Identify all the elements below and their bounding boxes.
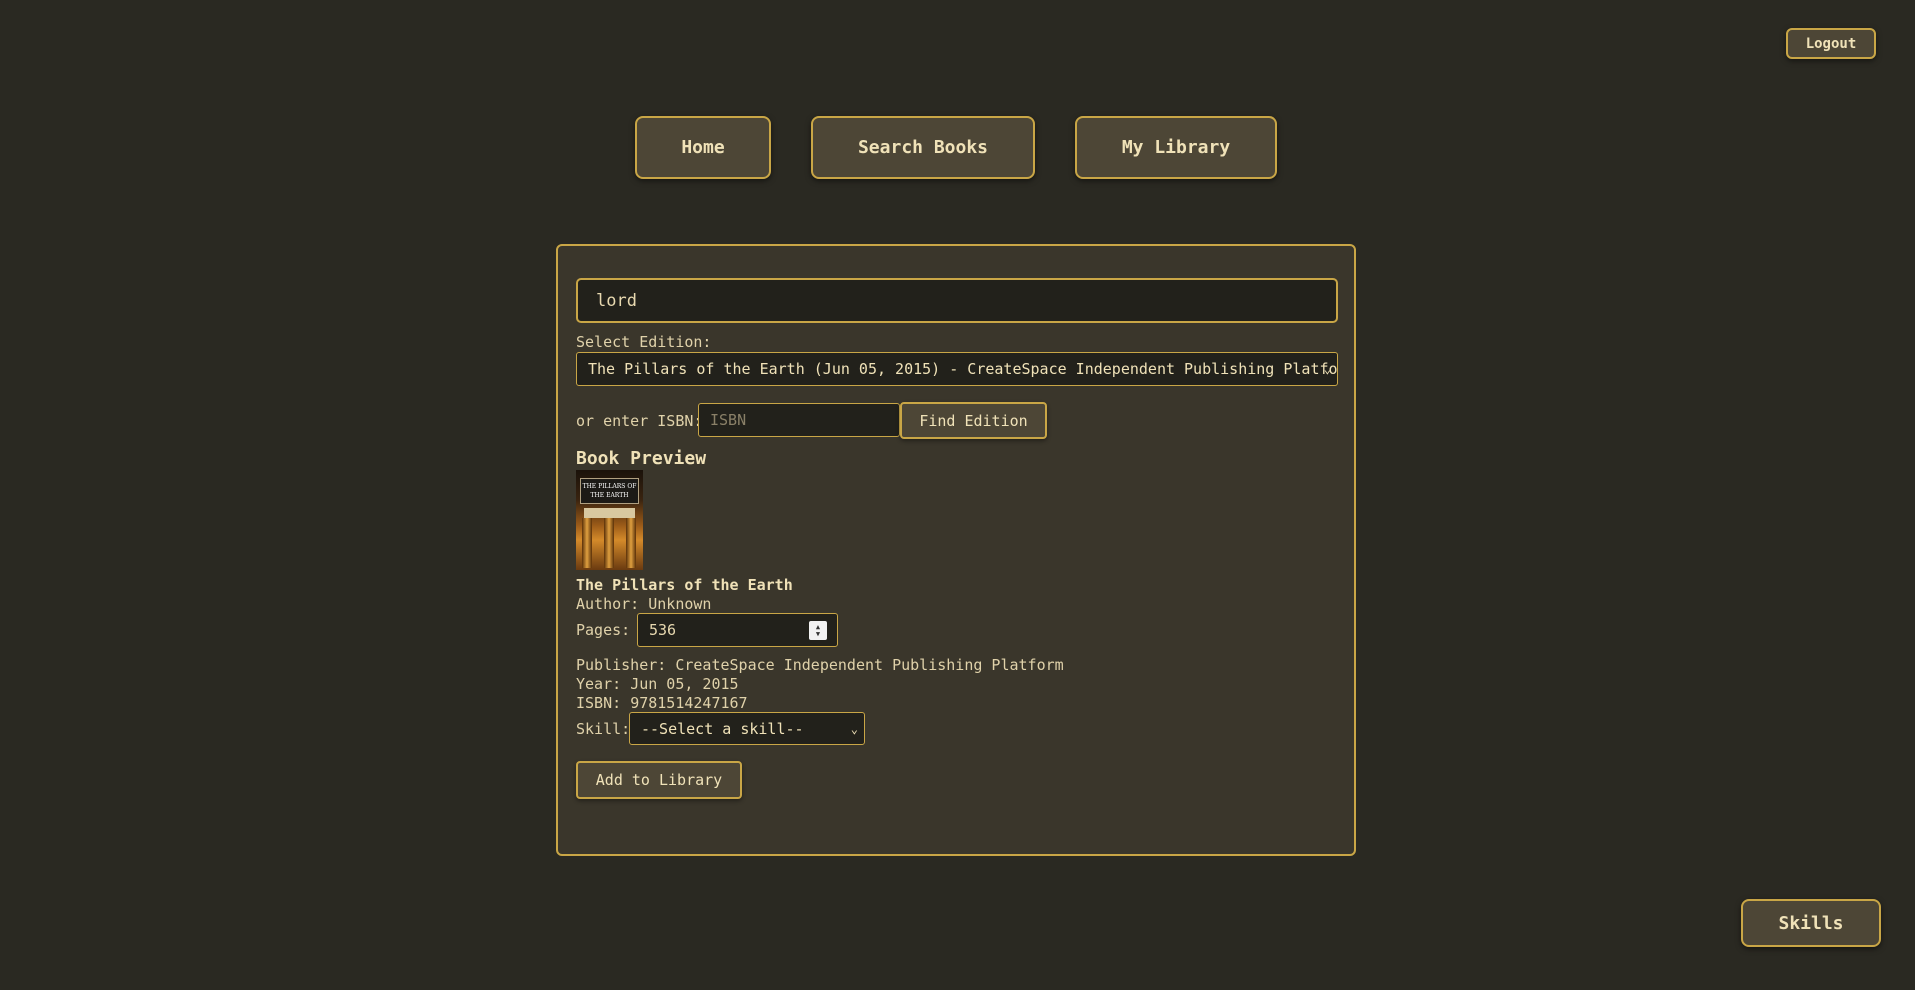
skill-select-value: --Select a skill--	[641, 719, 804, 738]
cover-title: THE PILLARS OF THE EARTH	[580, 478, 639, 504]
book-cover-image: THE PILLARS OF THE EARTH	[576, 470, 643, 570]
edition-label: Select Edition:	[576, 333, 712, 351]
author-label: Author:	[576, 595, 640, 613]
author-value: Unknown	[648, 595, 712, 613]
logout-button[interactable]: Logout	[1786, 28, 1876, 59]
skill-select[interactable]: --Select a skill-- ⌄	[629, 712, 865, 745]
book-search-panel: lord Select Edition: The Pillars of the …	[556, 244, 1356, 856]
spinner-icon[interactable]: ▲ ▼	[809, 621, 827, 640]
pages-label: Pages:	[576, 621, 631, 639]
edition-select-value: The Pillars of the Earth (Jun 05, 2015) …	[588, 360, 1338, 378]
publisher-value: CreateSpace Independent Publishing Platf…	[675, 656, 1064, 674]
isbn-label: or enter ISBN:	[576, 412, 703, 430]
add-to-library-button[interactable]: Add to Library	[576, 761, 742, 799]
isbn-input[interactable]: ISBN	[698, 403, 900, 437]
book-preview-heading: Book Preview	[576, 448, 707, 469]
skills-button[interactable]: Skills	[1741, 899, 1881, 947]
publisher-label: Publisher:	[576, 656, 667, 674]
year-label: Year:	[576, 675, 622, 693]
nav-search-books-button[interactable]: Search Books	[811, 116, 1035, 179]
book-title: The Pillars of the Earth	[576, 576, 793, 594]
isbn-value: 9781514247167	[630, 694, 748, 712]
search-input[interactable]: lord	[576, 278, 1338, 323]
chevron-down-icon: ⌄	[850, 721, 858, 736]
isbn-info-label: ISBN:	[576, 694, 622, 712]
year-row: Year: Jun 05, 2015	[576, 675, 739, 693]
find-edition-button[interactable]: Find Edition	[900, 402, 1047, 439]
year-value: Jun 05, 2015	[630, 675, 739, 693]
pages-input[interactable]: 536 ▲ ▼	[637, 613, 838, 647]
isbn-row: ISBN: 9781514247167	[576, 694, 748, 712]
author-row: Author: Unknown	[576, 595, 711, 613]
nav-home-button[interactable]: Home	[635, 116, 771, 179]
chevron-down-icon: ⌄	[1323, 362, 1331, 376]
pages-value: 536	[649, 621, 677, 639]
cover-author-band	[584, 508, 635, 518]
edition-select[interactable]: The Pillars of the Earth (Jun 05, 2015) …	[576, 352, 1338, 386]
publisher-row: Publisher: CreateSpace Independent Publi…	[576, 656, 1064, 674]
skill-label: Skill:	[576, 720, 631, 738]
nav-my-library-button[interactable]: My Library	[1075, 116, 1277, 179]
